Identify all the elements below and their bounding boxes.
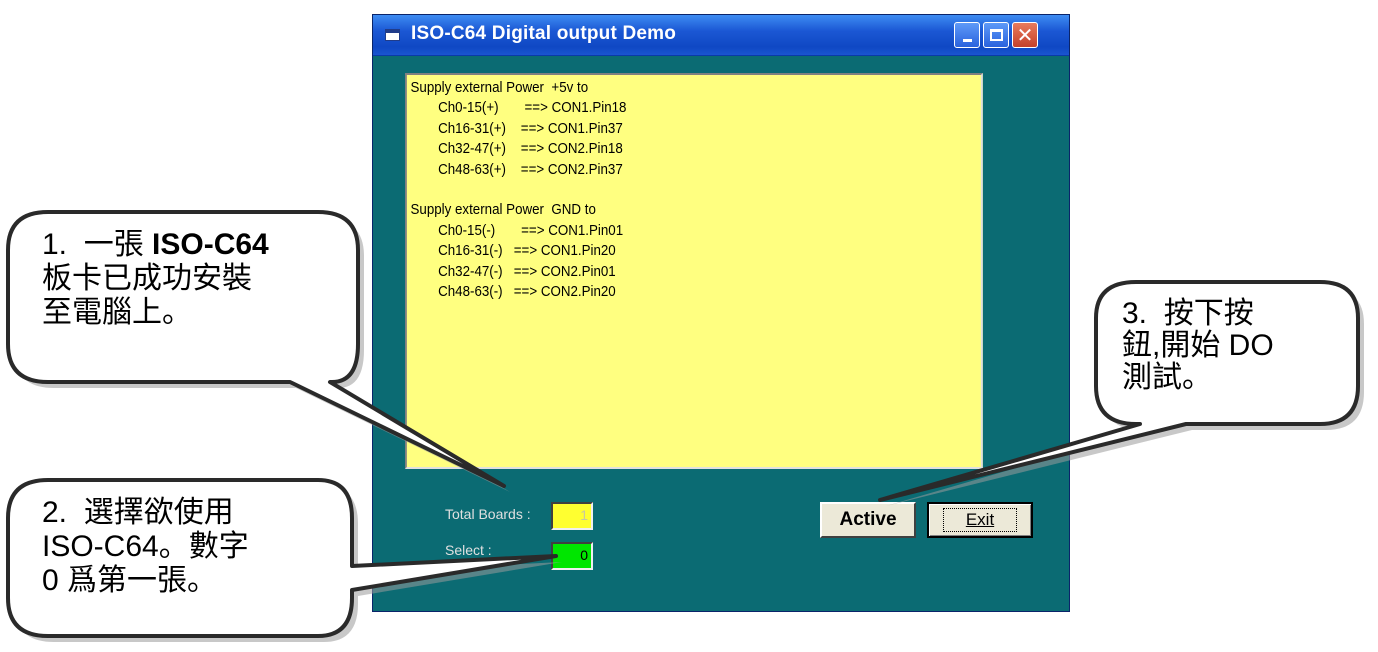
- callout-2-text: 2. 選擇欲使用 ISO-C64。數字 0 爲第一張。: [42, 496, 249, 597]
- callout-1-text: 1. 一張 ISO-C64 板卡已成功安裝 至電腦上。: [42, 228, 269, 329]
- callout-3-text: 3. 按下按 鈕,開始 DO 測試。: [1122, 297, 1274, 394]
